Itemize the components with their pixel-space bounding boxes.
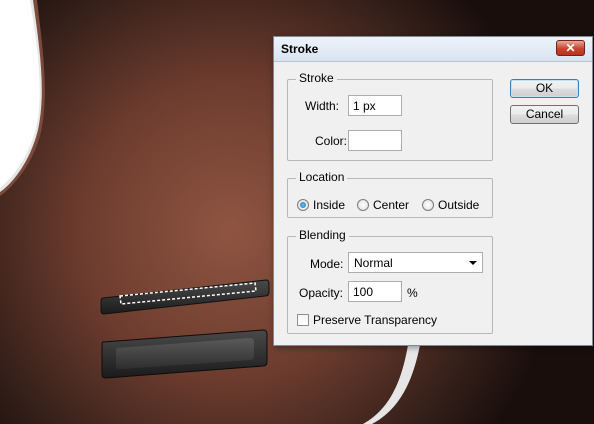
radio-outside-label[interactable]: Outside: [438, 198, 479, 212]
location-group: Location Inside Center Outside: [287, 170, 493, 218]
width-input[interactable]: 1 px: [348, 95, 402, 116]
color-swatch[interactable]: [348, 130, 402, 151]
location-group-legend: Location: [296, 170, 348, 184]
opacity-unit: %: [407, 286, 418, 300]
cancel-button-label: Cancel: [525, 107, 564, 121]
opacity-input[interactable]: 100: [348, 281, 402, 302]
opacity-label: Opacity:: [299, 286, 344, 300]
width-label: Width:: [305, 99, 340, 113]
preserve-transparency-checkbox[interactable]: [297, 314, 309, 326]
cancel-button[interactable]: Cancel: [510, 105, 579, 124]
radio-center-label[interactable]: Center: [373, 198, 409, 212]
stroke-group-legend: Stroke: [296, 71, 337, 85]
mode-value: Normal: [354, 256, 393, 270]
dialog-title: Stroke: [281, 42, 319, 56]
close-button[interactable]: ✕: [556, 40, 585, 56]
chevron-down-icon: [469, 261, 477, 265]
color-label: Color:: [315, 134, 348, 148]
mode-select[interactable]: Normal: [348, 252, 483, 273]
close-icon: ✕: [565, 41, 576, 55]
preserve-transparency-label[interactable]: Preserve Transparency: [313, 313, 437, 327]
mode-label: Mode:: [310, 257, 344, 271]
radio-outside[interactable]: [422, 199, 434, 211]
width-value: 1 px: [353, 99, 376, 113]
stroke-dialog: Stroke ✕ Stroke Width: 1 px Color: Locat…: [273, 36, 593, 346]
ok-button[interactable]: OK: [510, 79, 579, 98]
ok-button-label: OK: [535, 81, 554, 95]
radio-center[interactable]: [357, 199, 369, 211]
stroke-group: Stroke Width: 1 px Color:: [287, 71, 493, 161]
opacity-value: 100: [353, 285, 374, 299]
radio-inside[interactable]: [297, 199, 309, 211]
dialog-titlebar[interactable]: Stroke ✕: [274, 37, 592, 62]
radio-inside-label[interactable]: Inside: [313, 198, 345, 212]
blending-group: Blending Mode: Normal Opacity: 100 % Pre…: [287, 228, 493, 334]
blending-group-legend: Blending: [296, 228, 349, 242]
